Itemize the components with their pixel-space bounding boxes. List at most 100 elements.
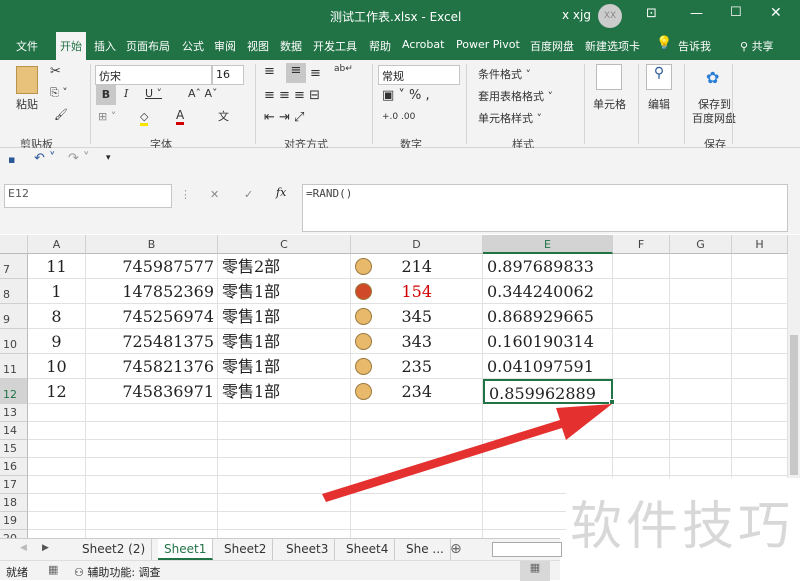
row-header[interactable]: 10: [0, 329, 28, 354]
cells-icon[interactable]: [596, 64, 622, 90]
minimize-button[interactable]: —: [690, 6, 703, 21]
empty-cell[interactable]: [86, 404, 218, 422]
maximize-button[interactable]: ☐: [730, 5, 742, 20]
row-header[interactable]: 14: [0, 422, 28, 440]
empty-cell[interactable]: [28, 458, 86, 476]
empty-cell[interactable]: [613, 422, 670, 440]
cell-d[interactable]: 154: [351, 279, 483, 304]
row-header[interactable]: 11: [0, 354, 28, 379]
empty-cell[interactable]: [483, 440, 613, 458]
empty-cell[interactable]: [613, 440, 670, 458]
cancel-icon[interactable]: ✕: [210, 188, 219, 201]
tab-home[interactable]: 开始: [56, 32, 86, 60]
empty-cell[interactable]: [670, 254, 732, 279]
row-header[interactable]: 15: [0, 440, 28, 458]
cell-b[interactable]: 745987577: [86, 254, 218, 279]
cell-d[interactable]: 235: [351, 354, 483, 379]
sheet-tab[interactable]: Sheet1: [158, 539, 214, 560]
empty-cell[interactable]: [351, 404, 483, 422]
tab-acrobat[interactable]: Acrobat: [402, 38, 444, 51]
select-all[interactable]: [0, 235, 28, 254]
cell-e[interactable]: 0.868929665: [483, 304, 613, 329]
align-top-icon[interactable]: ≡: [264, 64, 275, 79]
empty-cell[interactable]: [732, 254, 788, 279]
cell-a[interactable]: 12: [28, 379, 86, 404]
font-name-select[interactable]: 仿宋: [95, 65, 212, 85]
sheet-tab[interactable]: She ...: [400, 539, 451, 560]
redo-icon[interactable]: ↷ ˅: [68, 151, 90, 166]
sheet-tab[interactable]: Sheet3: [280, 539, 336, 560]
cell-d[interactable]: 345: [351, 304, 483, 329]
empty-cell[interactable]: [351, 440, 483, 458]
empty-cell[interactable]: [351, 422, 483, 440]
customize-qat-icon[interactable]: ▾: [106, 153, 111, 163]
fill-color-icon[interactable]: ◇: [140, 110, 149, 126]
font-color-icon[interactable]: A: [176, 108, 185, 125]
align-bottom-icon[interactable]: ≡: [310, 66, 321, 81]
cell-c[interactable]: 零售1部: [218, 354, 351, 379]
indent-icon[interactable]: ⇤ ⇥ ⤢: [264, 110, 304, 125]
row-header[interactable]: 18: [0, 494, 28, 512]
cell-e[interactable]: 0.041097591: [483, 354, 613, 379]
empty-cell[interactable]: [613, 458, 670, 476]
cell-b[interactable]: 147852369: [86, 279, 218, 304]
empty-cell[interactable]: [670, 329, 732, 354]
edit-button[interactable]: 编辑: [648, 96, 670, 112]
empty-cell[interactable]: [218, 404, 351, 422]
empty-cell[interactable]: [670, 440, 732, 458]
font-size-select[interactable]: 16: [212, 65, 244, 85]
empty-cell[interactable]: [670, 304, 732, 329]
format-painter-icon[interactable]: 🖌: [54, 108, 68, 121]
paste-button[interactable]: 粘贴: [16, 96, 38, 112]
sheet-tab[interactable]: Sheet2 (2): [76, 539, 153, 560]
cell-a[interactable]: 10: [28, 354, 86, 379]
tab-insert[interactable]: 插入: [94, 38, 116, 54]
empty-cell[interactable]: [670, 404, 732, 422]
cell-b[interactable]: 745836971: [86, 379, 218, 404]
empty-cell[interactable]: [613, 304, 670, 329]
insert-function-icon[interactable]: fx: [276, 186, 286, 199]
cell-style-button[interactable]: 单元格样式 ˅: [478, 110, 542, 126]
column-header[interactable]: D: [351, 235, 483, 254]
wrap-text-icon[interactable]: ab↵: [334, 64, 353, 74]
cell-a[interactable]: 9: [28, 329, 86, 354]
empty-cell[interactable]: [613, 354, 670, 379]
tab-help[interactable]: 帮助: [369, 38, 391, 54]
avatar[interactable]: XX: [598, 4, 622, 28]
cell-c[interactable]: 零售2部: [218, 254, 351, 279]
empty-cell[interactable]: [613, 254, 670, 279]
empty-cell[interactable]: [218, 494, 351, 512]
sheet-tab[interactable]: Sheet2: [218, 539, 274, 560]
cell-a[interactable]: 1: [28, 279, 86, 304]
cell-c[interactable]: 零售1部: [218, 304, 351, 329]
column-header[interactable]: H: [732, 235, 788, 254]
empty-cell[interactable]: [670, 379, 732, 404]
cell-c[interactable]: 零售1部: [218, 329, 351, 354]
empty-cell[interactable]: [670, 422, 732, 440]
tab-file[interactable]: 文件: [16, 38, 38, 54]
empty-cell[interactable]: [28, 422, 86, 440]
cell-c[interactable]: 零售1部: [218, 279, 351, 304]
empty-cell[interactable]: [483, 422, 613, 440]
empty-cell[interactable]: [670, 458, 732, 476]
underline-button[interactable]: U ˅: [145, 87, 162, 100]
empty-cell[interactable]: [351, 476, 483, 494]
empty-cell[interactable]: [28, 512, 86, 530]
cell-e[interactable]: 0.859962889: [483, 379, 613, 404]
copy-icon[interactable]: ⎘ ˅: [50, 86, 68, 100]
row-header[interactable]: 13: [0, 404, 28, 422]
accessibility-status[interactable]: ⚇ 辅助功能: 调查: [74, 564, 161, 580]
cell-c[interactable]: 零售1部: [218, 379, 351, 404]
empty-cell[interactable]: [732, 422, 788, 440]
empty-cell[interactable]: [732, 379, 788, 404]
empty-cell[interactable]: [732, 304, 788, 329]
cell-d[interactable]: 234: [351, 379, 483, 404]
empty-cell[interactable]: [732, 279, 788, 304]
formula-input[interactable]: =RAND(): [302, 184, 788, 232]
empty-cell[interactable]: [732, 404, 788, 422]
cell-e[interactable]: 0.160190314: [483, 329, 613, 354]
empty-cell[interactable]: [28, 476, 86, 494]
tab-page-layout[interactable]: 页面布局: [126, 38, 170, 54]
tab-new[interactable]: 新建选项卡: [585, 38, 640, 54]
empty-cell[interactable]: [613, 329, 670, 354]
